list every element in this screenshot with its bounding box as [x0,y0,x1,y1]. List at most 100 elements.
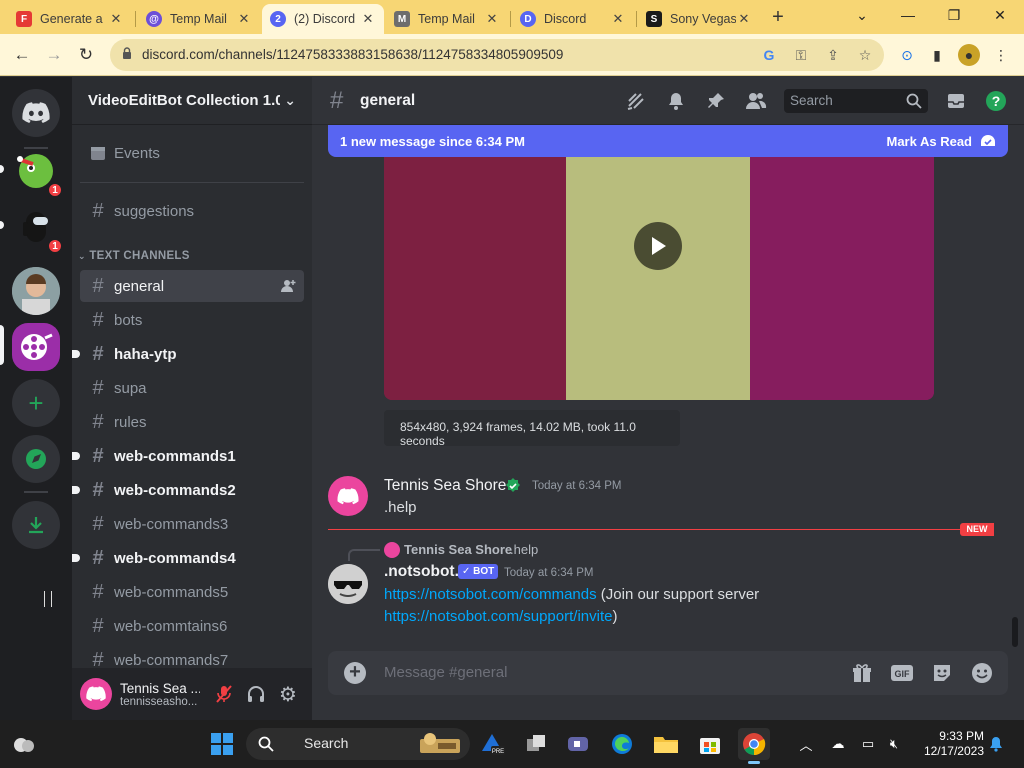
channel-rules[interactable]: # rules [80,406,304,438]
download-icon[interactable]: ⊙ [896,44,918,66]
close-window-button[interactable]: ✕ [980,4,1020,28]
scrollbar-thumb[interactable] [1012,617,1018,647]
browser-tab[interactable]: F Generate a ✕ [8,4,132,34]
add-server-button[interactable]: + [12,379,60,427]
message-composer[interactable]: + Message #general GIF [328,651,1008,695]
download-apps-button[interactable] [12,501,60,549]
avatar[interactable] [80,678,112,710]
events-link[interactable]: Events [80,137,304,169]
message-input-placeholder[interactable]: Message #general [384,664,507,681]
add-member-icon[interactable] [280,278,296,298]
mute-button[interactable] [212,682,236,706]
server-icon-videoeditbot[interactable] [12,323,60,371]
taskbar-file-explorer[interactable] [650,728,682,760]
channel-web-commtains6[interactable]: # web-commtains6 [80,610,304,642]
onedrive-offline-icon[interactable]: ☁ [828,734,848,754]
help-button[interactable]: ? [984,89,1008,113]
avatar[interactable] [328,476,368,516]
server-icon[interactable]: 1 [12,203,64,255]
invite-link[interactable]: https://notsobot.com/support/invite [384,608,612,625]
channel-suggestions[interactable]: # suggestions [80,195,304,227]
reply-preview[interactable]: .help [510,542,538,557]
side-panel-icon[interactable]: ▮ [926,44,948,66]
search-input[interactable]: Search [784,89,928,113]
close-icon[interactable]: ✕ [736,11,752,27]
taskbar-app-preview[interactable]: PRE [476,728,508,760]
inbox-button[interactable] [944,89,968,113]
category-text-channels[interactable]: ⌄ TEXT CHANNELS [78,250,190,262]
monitor-icon[interactable]: ▭ [858,734,878,754]
notifications-button[interactable] [664,89,688,113]
close-icon[interactable]: ✕ [236,11,252,27]
menu-kebab-icon[interactable]: ⋮ [990,44,1012,66]
server-icon[interactable] [12,267,60,315]
mark-as-read-button[interactable]: Mark As Read [887,134,973,149]
pinned-messages-button[interactable] [704,89,728,113]
deafen-button[interactable] [244,682,268,706]
play-button[interactable] [634,222,682,270]
gif-button[interactable]: GIF [890,661,914,685]
discord-home-button[interactable] [12,89,60,137]
avatar[interactable] [328,564,368,604]
browser-tab-active[interactable]: 2 (2) Discord ✕ [262,4,384,34]
emoji-button[interactable] [970,661,994,685]
browser-tab[interactable]: M Temp Mail ✕ [386,4,508,34]
back-button[interactable]: ← [10,44,34,68]
taskbar-chrome[interactable] [738,728,770,764]
new-tab-button[interactable]: + [766,6,790,30]
message-author[interactable]: .notsobot. [384,563,459,581]
taskbar-search[interactable]: Search [246,728,470,760]
channel-web-commands1[interactable]: # web-commands1 [72,440,304,472]
volume-muted-icon[interactable]: 🔇︎ [884,734,904,754]
gift-button[interactable] [850,661,874,685]
channel-web-commands2[interactable]: # web-commands2 [72,474,304,506]
share-icon[interactable]: ⇪ [824,46,842,64]
channel-general[interactable]: # general [80,270,304,302]
bookmark-star-icon[interactable]: ☆ [856,46,874,64]
channel-web-commands3[interactable]: # web-commands3 [80,508,304,540]
start-button[interactable] [206,728,238,760]
taskbar-store[interactable] [694,728,726,760]
attach-button[interactable]: + [344,662,366,684]
close-icon[interactable]: ✕ [108,11,124,27]
video-embed[interactable] [384,157,934,400]
reply-author[interactable]: Tennis Sea Shore [404,542,512,557]
threads-button[interactable] [624,89,648,113]
server-header[interactable]: VideoEditBot Collection 1.0 ⌄ [72,77,312,125]
taskbar-edge[interactable] [606,728,638,760]
address-bar[interactable]: discord.com/channels/1124758333883158638… [110,39,884,71]
commands-link[interactable]: https://notsobot.com/commands [384,586,597,603]
close-icon[interactable]: ✕ [360,11,376,27]
member-list-button[interactable] [744,89,768,113]
channel-web-commands5[interactable]: # web-commands5 [80,576,304,608]
close-icon[interactable]: ✕ [610,11,626,27]
browser-tab[interactable]: S Sony Vegas ✕ [638,4,760,34]
explore-servers-button[interactable] [12,435,60,483]
weather-widget[interactable] [8,728,40,760]
server-icon[interactable]: 1 [12,147,64,199]
forward-button[interactable]: → [42,44,66,68]
user-info[interactable]: Tennis Sea ... tennisseasho... [120,681,200,708]
taskbar-meet[interactable] [562,728,594,760]
restore-button[interactable]: ❐ [934,4,974,28]
browser-tab[interactable]: @ Temp Mail ✕ [138,4,260,34]
tab-search-chevron-icon[interactable]: ⌄ [842,4,882,28]
taskbar-task-view[interactable] [520,728,552,760]
message-author[interactable]: Tennis Sea Shore [384,477,506,495]
reload-button[interactable]: ↻ [74,44,98,68]
new-messages-bar[interactable]: 1 new message since 6:34 PM Mark As Read [328,125,1008,157]
channel-web-commands4[interactable]: # web-commands4 [72,542,304,574]
user-settings-button[interactable]: ⚙ [276,682,300,706]
channel-bots[interactable]: # bots [80,304,304,336]
profile-avatar-icon[interactable]: ● [958,44,980,66]
system-clock[interactable]: 9:33 PM 12/17/2023 [914,729,984,759]
sticker-button[interactable] [930,661,954,685]
minimize-button[interactable]: — [888,4,928,28]
google-icon[interactable]: G [760,46,778,64]
channel-supa[interactable]: # supa [80,372,304,404]
show-hidden-icons-chevron-icon[interactable]: ︿ [796,734,816,754]
channel-haha-ytp[interactable]: # haha-ytp [72,338,304,370]
browser-tab[interactable]: D Discord ✕ [512,4,634,34]
key-icon[interactable]: ⚿ [792,46,810,64]
close-icon[interactable]: ✕ [484,11,500,27]
